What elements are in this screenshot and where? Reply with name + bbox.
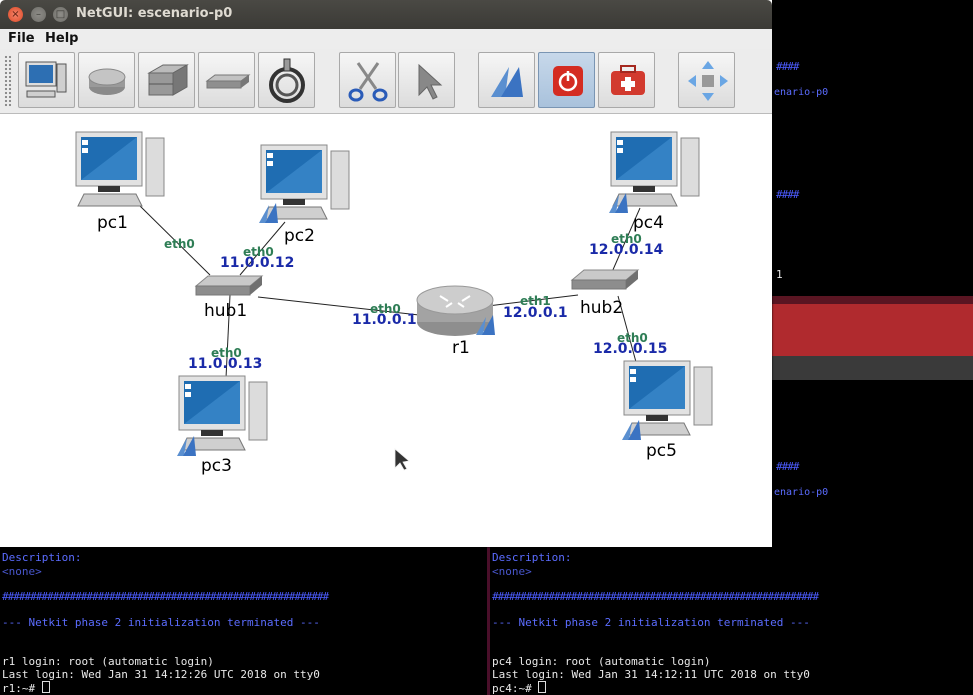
network-canvas[interactable]: pc1 pc2 pc3 pc4 pc5 hub1 hub2 r1 eth0 et… <box>0 114 772 547</box>
toolbox-icon <box>611 65 645 95</box>
title-bar[interactable]: × – □ NetGUI: escenario-p0 <box>0 0 772 29</box>
last-login-line: Last login: Wed Jan 31 14:12:26 UTC 2018… <box>2 668 320 681</box>
prompt-text: pc4:~# <box>492 682 539 695</box>
hash-bar: ########################################… <box>492 590 819 603</box>
shell-prompt[interactable]: r1:~# <box>2 681 50 695</box>
pc-icon <box>75 131 165 207</box>
pointer-icon <box>418 63 443 100</box>
hash-bar: ########################################… <box>2 590 329 603</box>
minimize-button[interactable]: – <box>31 7 46 22</box>
description-label: Description: <box>492 551 572 564</box>
toolbox-tool[interactable] <box>598 52 655 108</box>
hub-icon <box>205 74 251 89</box>
description-label: Description: <box>2 551 82 564</box>
node-pc3[interactable]: pc3 <box>177 375 268 476</box>
node-hub2[interactable]: hub2 <box>571 269 639 318</box>
cursor-icon <box>538 681 547 693</box>
scenario-fragment: enario-p0 <box>774 487 829 498</box>
node-hub1[interactable]: hub1 <box>195 275 263 321</box>
add-switch-tool[interactable] <box>138 52 195 108</box>
shell-prompt[interactable]: pc4:~# <box>492 681 547 695</box>
mouse-cursor-icon <box>394 448 410 471</box>
description-value: <none> <box>2 565 42 578</box>
interface-ip: 12.0.0.1 <box>503 305 568 321</box>
node-pc4[interactable]: pc4 <box>609 131 700 233</box>
node-label: hub1 <box>204 301 247 321</box>
add-terminal-tool[interactable] <box>18 52 75 108</box>
node-pc5[interactable]: pc5 <box>622 360 713 461</box>
node-label: hub2 <box>580 298 623 318</box>
interface-ip: 11.0.0.1 <box>352 312 417 328</box>
node-label: pc5 <box>646 441 677 461</box>
desktop-strip <box>772 296 973 304</box>
pc-icon <box>25 61 67 98</box>
prompt-text: r1:~# <box>2 682 42 695</box>
phase-message: --- Netkit phase 2 initialization termin… <box>492 616 810 629</box>
desktop-strip <box>772 304 973 356</box>
cursor-icon <box>41 681 50 693</box>
node-label: pc1 <box>97 213 128 233</box>
switch-icon <box>147 64 189 96</box>
move-tool[interactable] <box>678 52 735 108</box>
netgui-window: × – □ NetGUI: escenario-p0 File Help pc1… <box>0 0 772 547</box>
last-login-line: Last login: Wed Jan 31 14:12:11 UTC 2018… <box>492 668 810 681</box>
select-tool[interactable] <box>398 52 455 108</box>
toolbar <box>0 49 772 114</box>
interface-name: eth0 <box>164 237 195 251</box>
node-r1[interactable]: r1 <box>416 285 495 358</box>
window-title: NetGUI: escenario-p0 <box>76 6 233 21</box>
hub-icon <box>571 269 639 290</box>
maximize-button[interactable]: □ <box>53 7 68 22</box>
login-line: r1 login: root (automatic login) <box>2 655 214 668</box>
node-pc1[interactable]: pc1 <box>75 131 165 233</box>
hash-fragment: #### <box>776 460 799 473</box>
hash-fragment: #### <box>776 60 799 73</box>
node-label: pc2 <box>284 226 315 246</box>
move-arrows-icon <box>688 61 728 101</box>
interface-ip: 12.0.0.14 <box>589 242 664 258</box>
menu-file[interactable]: File <box>8 31 35 46</box>
start-tool[interactable] <box>478 52 535 108</box>
toolbar-grip[interactable] <box>4 55 12 107</box>
node-pc2[interactable]: pc2 <box>259 144 350 246</box>
delete-tool[interactable] <box>339 52 396 108</box>
start-icon <box>491 67 523 97</box>
node-label: r1 <box>452 338 470 358</box>
node-label: pc4 <box>633 213 664 233</box>
desktop-strip <box>772 356 973 380</box>
add-link-tool[interactable] <box>258 52 315 108</box>
description-value: <none> <box>492 565 532 578</box>
pc-icon <box>178 375 268 451</box>
interface-ip: 12.0.0.15 <box>593 341 667 357</box>
pc-icon <box>610 131 700 207</box>
phase-message: --- Netkit phase 2 initialization termin… <box>2 616 320 629</box>
hash-fragment: #### <box>776 188 799 201</box>
power-tool[interactable] <box>538 52 595 108</box>
login-line: pc4 login: root (automatic login) <box>492 655 711 668</box>
add-hub-tool[interactable] <box>198 52 255 108</box>
scenario-fragment: enario-p0 <box>774 87 829 98</box>
scissors-icon <box>348 62 388 102</box>
node-label: pc3 <box>201 456 232 476</box>
interface-ip: 11.0.0.12 <box>220 255 294 271</box>
interface-ip: 11.0.0.13 <box>188 356 262 372</box>
power-icon <box>553 66 583 96</box>
menu-help[interactable]: Help <box>45 31 78 46</box>
hub-icon <box>195 275 263 296</box>
menu-bar: File Help <box>0 29 772 49</box>
text-fragment: 1 <box>776 268 783 281</box>
cable-icon <box>269 58 305 103</box>
router-icon <box>88 68 126 95</box>
add-router-tool[interactable] <box>78 52 135 108</box>
close-button[interactable]: × <box>8 7 23 22</box>
